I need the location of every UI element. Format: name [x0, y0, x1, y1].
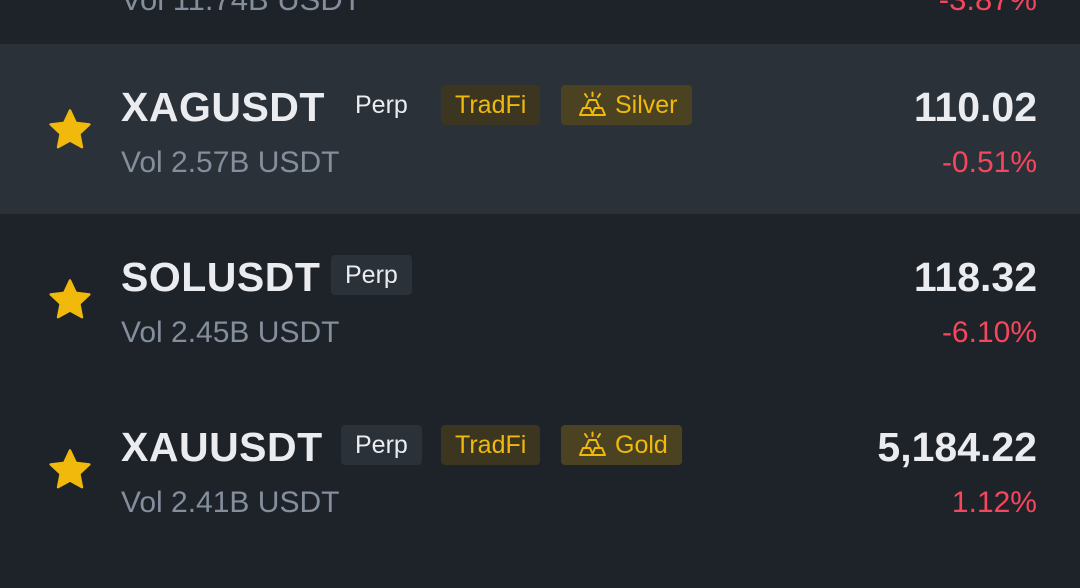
star-icon[interactable]	[46, 106, 94, 154]
star-icon[interactable]	[46, 276, 94, 324]
star-icon[interactable]	[46, 446, 94, 494]
market-row-partial[interactable]: Vol 11.74B USDT -3.87%	[0, 0, 1080, 44]
last-price: 110.02	[913, 84, 1037, 130]
price-change: -0.51%	[941, 146, 1037, 179]
volume-label: Vol 2.45B USDT	[121, 316, 340, 349]
perp-badge: Perp	[355, 91, 408, 119]
tradfi-badge: TradFi	[441, 85, 541, 125]
metal-label: Silver	[615, 91, 678, 119]
volume-label: Vol 2.41B USDT	[121, 486, 340, 519]
price-change: -6.10%	[941, 316, 1037, 349]
silver-badge: Silver	[561, 85, 692, 125]
change-label: -3.87%	[939, 0, 1037, 18]
gold-badge: Gold	[561, 425, 682, 465]
symbol-name: XAGUSDT	[121, 84, 325, 130]
tradfi-badge: TradFi	[441, 425, 541, 465]
market-row-solusdt[interactable]: SOLUSDT Perp Vol 2.45B USDT 118.32 -6.10…	[0, 214, 1080, 384]
price-change: 1.12%	[951, 486, 1037, 519]
gold-bars-icon	[579, 431, 606, 457]
perp-badge: Perp	[341, 425, 422, 465]
metal-label: Gold	[615, 431, 668, 459]
volume-label: Vol 11.74B USDT	[121, 0, 362, 18]
last-price: 5,184.22	[877, 424, 1037, 470]
perp-badge: Perp	[331, 255, 412, 295]
gold-bars-icon	[579, 91, 606, 117]
market-list: Vol 11.74B USDT -3.87% XAGUSDT Perp Trad…	[0, 0, 1080, 588]
market-row-xauusdt[interactable]: XAUUSDT Perp TradFi Gold Vol 2.41B USDT …	[0, 384, 1080, 554]
symbol-name: XAUUSDT	[121, 424, 323, 470]
symbol-name: SOLUSDT	[121, 254, 321, 300]
last-price: 118.32	[913, 254, 1037, 300]
volume-label: Vol 2.57B USDT	[121, 146, 340, 179]
market-row-xagusdt[interactable]: XAGUSDT Perp TradFi Silver Vol 2.57B USD…	[0, 44, 1080, 214]
